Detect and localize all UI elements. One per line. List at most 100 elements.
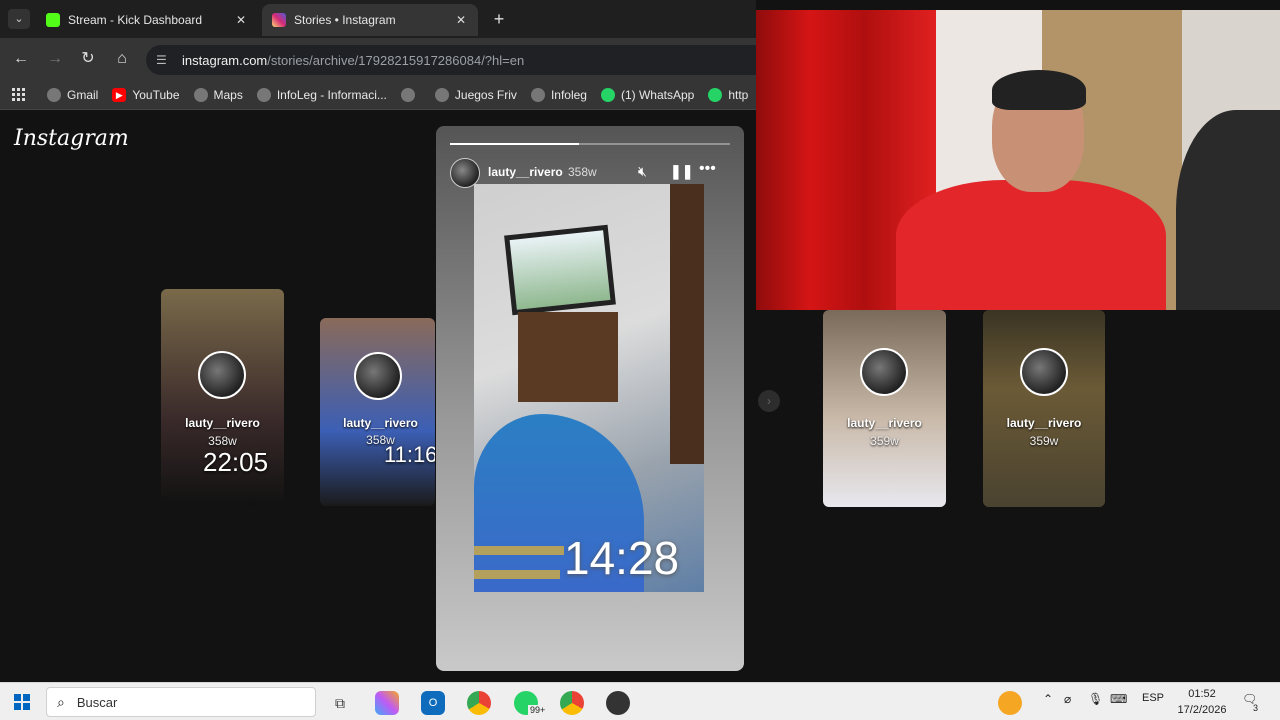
tab-kick-dashboard[interactable]: Stream - Kick Dashboard ✕	[36, 4, 258, 36]
outlook-icon[interactable]: O	[421, 691, 445, 715]
sticker-tag	[474, 570, 560, 579]
bookmark-label: YouTube	[132, 87, 180, 102]
avatar	[198, 351, 246, 399]
notification-app-icon[interactable]	[998, 691, 1022, 715]
search-placeholder: Buscar	[76, 694, 118, 710]
story-overlay-time: 14:28	[564, 532, 680, 584]
story-username[interactable]: lauty__rivero	[488, 165, 563, 179]
tab-search-button[interactable]: ⌄	[8, 9, 30, 29]
story-preview-3[interactable]: lauty__rivero 359w	[823, 310, 946, 507]
tab-stories-instagram[interactable]: Stories • Instagram ✕	[262, 4, 478, 36]
active-story[interactable]: lauty__rivero 358w 🔇︎ ❚❚ ••• 14:28	[436, 126, 744, 671]
story-preview-4[interactable]: lauty__rivero 359w	[983, 310, 1105, 507]
webcam-overlay	[756, 10, 1280, 310]
clock-time: 01:52	[1188, 688, 1216, 700]
sticker-tag	[474, 546, 564, 555]
bookmark-http[interactable]: http	[708, 87, 749, 102]
close-icon[interactable]: ✕	[234, 13, 248, 27]
microphone-icon[interactable]: 🎙︎	[1088, 692, 1103, 706]
reload-button[interactable]: ↻	[77, 48, 99, 70]
copilot-icon[interactable]	[375, 691, 399, 715]
whatsapp-icon	[708, 87, 723, 102]
globe-icon	[193, 87, 208, 102]
bookmark-infoleg[interactable]: Infoleg	[530, 87, 587, 102]
search-icon: ⌕	[57, 693, 65, 710]
bookmark-label: Infoleg	[550, 87, 587, 102]
globe-icon	[530, 87, 545, 102]
windows-start-icon[interactable]	[14, 694, 30, 710]
whatsapp-icon	[600, 87, 615, 102]
chrome-icon[interactable]	[467, 691, 491, 715]
instagram-icon	[272, 13, 286, 27]
globe-icon	[47, 87, 61, 102]
language-indicator[interactable]: ESP	[1142, 692, 1164, 704]
kick-icon	[46, 13, 60, 27]
windows-taskbar: ⌕ Buscar ⧉ O 99+ ⌃ ⌀ 🎙︎ ⌨ ESP 01:52 17/2…	[0, 682, 1280, 720]
story-username: lauty__rivero	[343, 416, 418, 430]
more-options-icon[interactable]: •••	[699, 160, 716, 178]
cam-person-shirt	[896, 180, 1166, 310]
story-username: lauty__rivero	[185, 416, 260, 430]
bookmarks-bar: Gmail ▶ YouTube Maps InfoLeg - Informaci.…	[0, 80, 756, 110]
cam-person-hair	[992, 70, 1086, 110]
bookmark-label: http	[728, 87, 749, 102]
home-button[interactable]: ⌂	[111, 48, 133, 70]
cam-second-person	[1176, 110, 1280, 310]
tab-strip: ⌄ Stream - Kick Dashboard ✕ Stories • In…	[0, 0, 756, 38]
bookmark-infoleg-informacion[interactable]: InfoLeg - Informaci...	[256, 87, 387, 102]
globe-icon	[400, 87, 415, 102]
story-username: lauty__rivero	[847, 416, 922, 430]
bookmark-youtube[interactable]: ▶ YouTube	[112, 87, 180, 102]
globe-icon	[434, 87, 449, 102]
globe-icon	[256, 87, 271, 102]
bookmark-label: Juegos Friv	[454, 87, 517, 102]
story-age: 358w	[208, 434, 237, 448]
avatar	[354, 352, 402, 400]
taskbar-search-box[interactable]: ⌕ Buscar	[46, 687, 316, 717]
tab-title: Stream - Kick Dashboard	[68, 13, 203, 27]
url-path: /stories/archive/17928215917286084/?hl=e…	[267, 52, 525, 68]
mute-icon[interactable]: 🔇︎	[638, 163, 647, 180]
photo-tv	[504, 224, 616, 316]
bookmark-gmail[interactable]: Gmail	[47, 87, 99, 102]
photo-door	[670, 184, 704, 464]
chevron-up-icon[interactable]: ⌃	[1043, 692, 1053, 706]
story-preview-1[interactable]: lauty__rivero 358w 22:05	[161, 289, 284, 506]
bookmark-label: InfoLeg - Informaci...	[276, 87, 387, 102]
chrome-icon[interactable]	[560, 691, 584, 715]
bookmark-label: Gmail	[67, 87, 99, 102]
avatar	[1020, 348, 1068, 396]
next-story-arrow-icon[interactable]: ›	[758, 390, 780, 412]
system-clock[interactable]: 01:52 17/2/2026	[1168, 686, 1236, 718]
story-age: 358w	[568, 165, 597, 179]
story-age: 359w	[870, 434, 899, 448]
network-icon[interactable]: ⌀	[1064, 692, 1071, 706]
bookmark-label: (1) WhatsApp	[620, 87, 695, 102]
story-age: 359w	[1029, 434, 1059, 448]
new-tab-button[interactable]: +	[488, 8, 510, 30]
youtube-icon: ▶	[112, 87, 127, 102]
address-bar[interactable]: ☰ instagram.com /stories/archive/1792821…	[146, 45, 756, 75]
keyboard-icon[interactable]: ⌨	[1110, 692, 1127, 706]
story-overlay-time: 11:16	[384, 442, 435, 467]
task-view-icon[interactable]: ⧉	[328, 691, 352, 715]
bookmark-unnamed[interactable]	[400, 87, 421, 102]
obs-icon[interactable]	[606, 691, 630, 715]
story-username: lauty__rivero	[1006, 416, 1082, 430]
pause-icon[interactable]: ❚❚	[670, 163, 693, 180]
site-info-icon[interactable]: ☰	[156, 53, 172, 67]
bookmark-maps[interactable]: Maps	[193, 87, 243, 102]
bookmark-juegos-friv[interactable]: Juegos Friv	[434, 87, 517, 102]
back-button[interactable]: ←	[10, 48, 32, 70]
bookmark-whatsapp[interactable]: (1) WhatsApp	[600, 87, 695, 102]
tab-title: Stories • Instagram	[294, 13, 396, 27]
photo-tv-stand	[518, 312, 618, 402]
instagram-logo[interactable]: Instagram	[14, 126, 129, 151]
story-preview-2[interactable]: lauty__rivero 358w 11:16	[320, 318, 435, 506]
close-icon[interactable]: ✕	[454, 13, 468, 27]
avatar	[860, 348, 908, 396]
apps-grid-icon[interactable]	[12, 87, 25, 102]
url-host: instagram.com	[182, 52, 268, 68]
story-progress-bar	[450, 143, 730, 145]
forward-button[interactable]: →	[44, 48, 66, 70]
